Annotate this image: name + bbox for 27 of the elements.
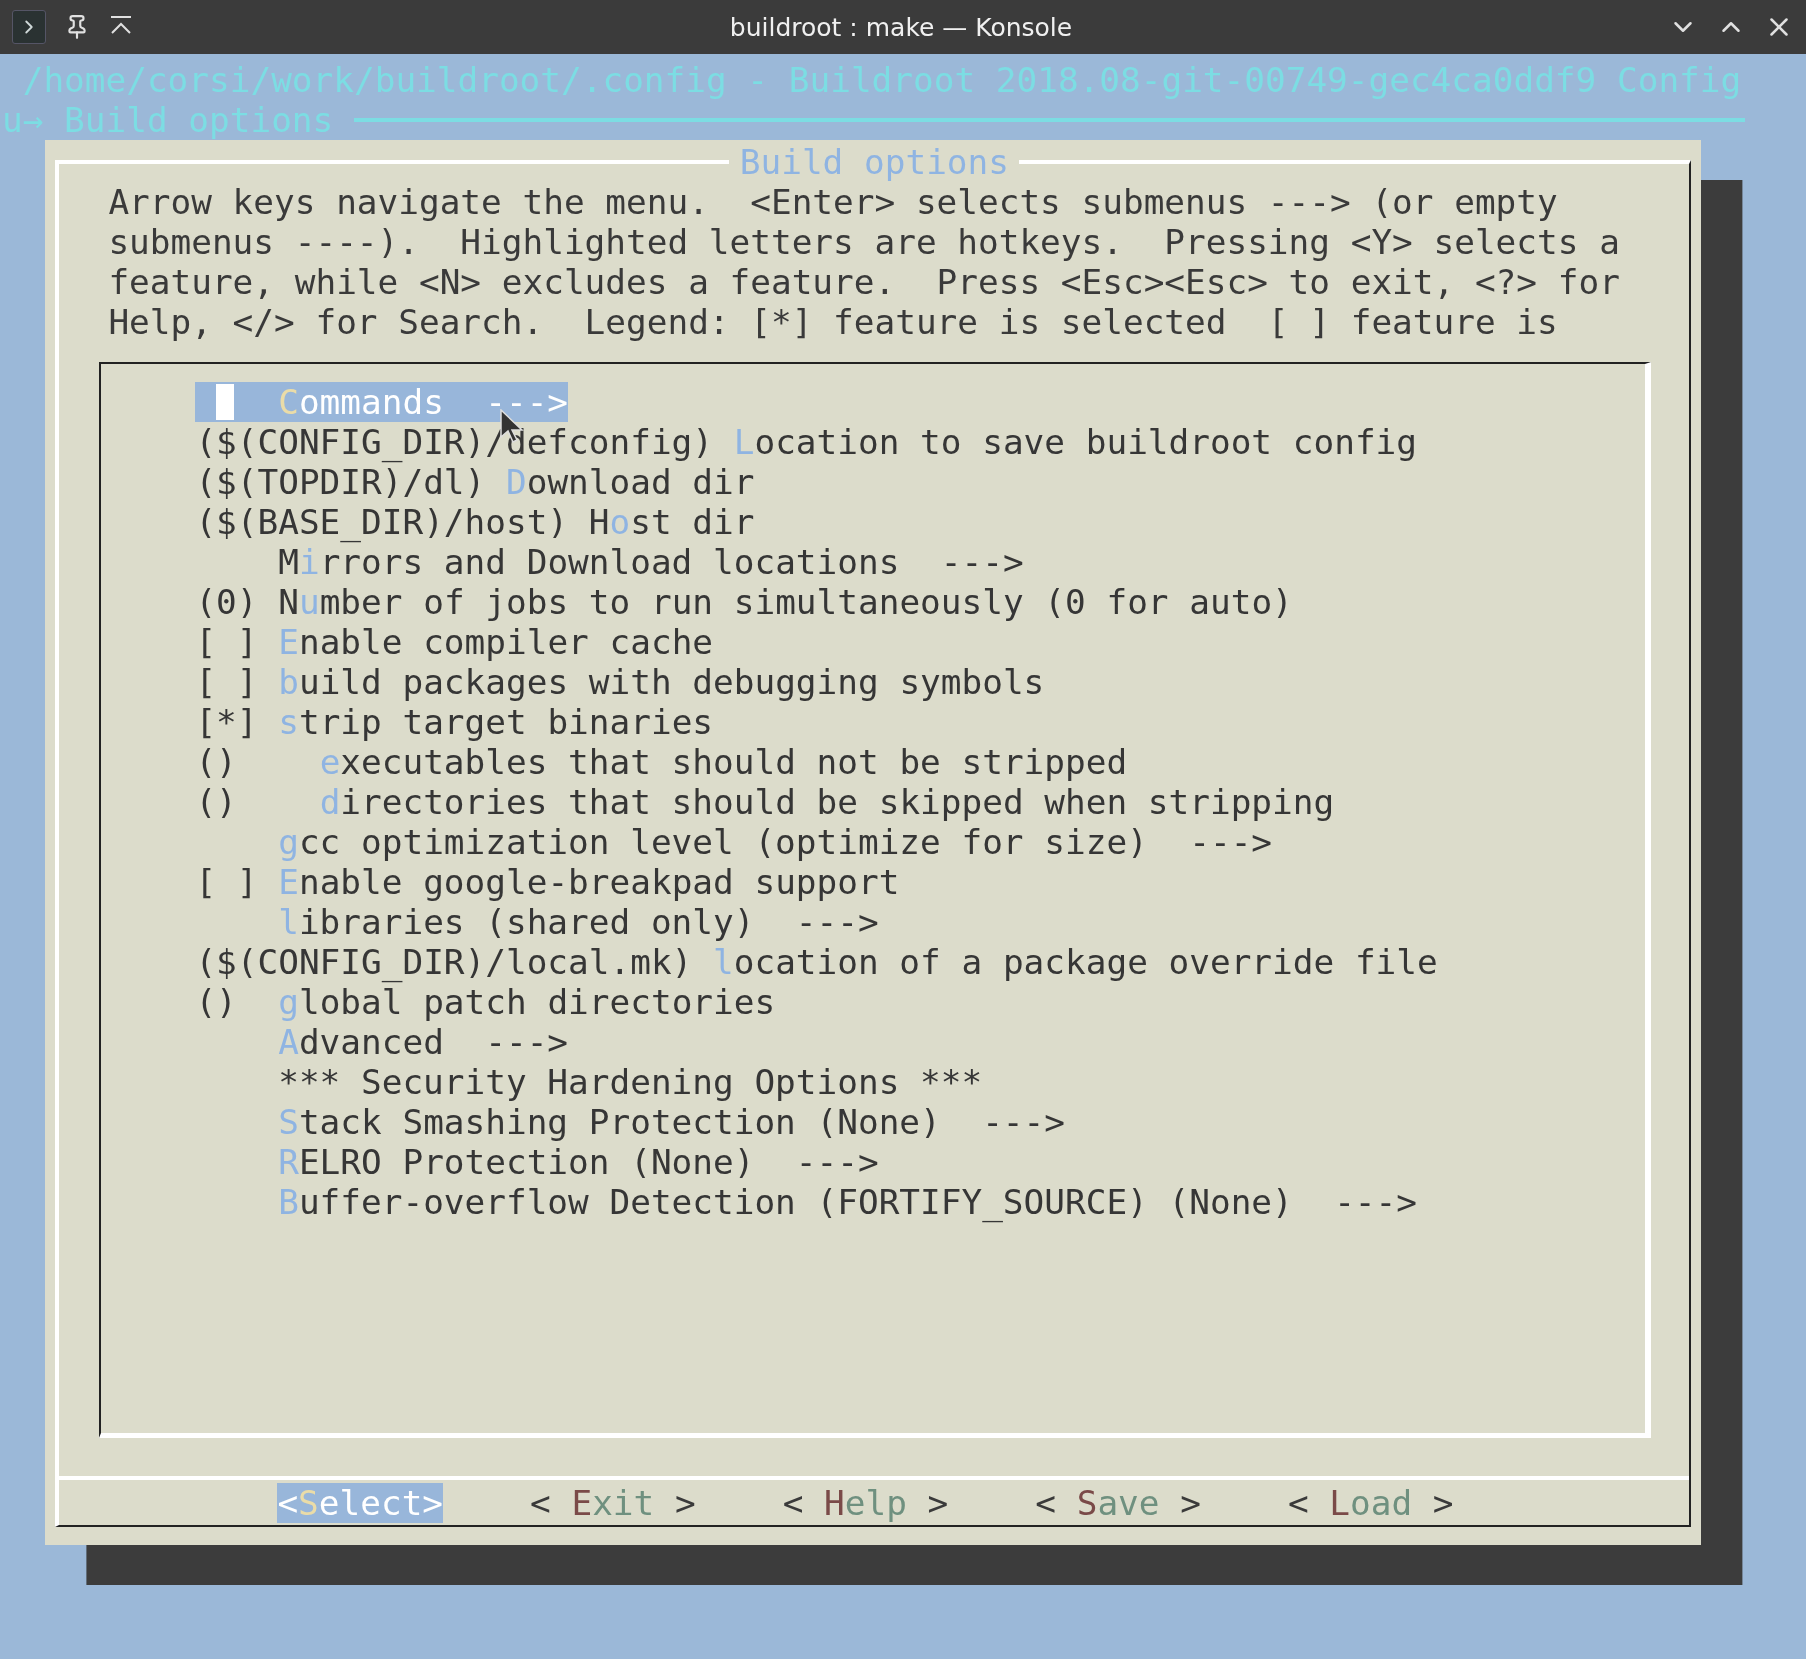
dialog-button[interactable]: < Save > — [1035, 1483, 1201, 1523]
menu-item[interactable]: *** Security Hardening Options *** — [195, 1062, 983, 1102]
menu-item[interactable]: ($(BASE_DIR)/host) Host dir — [195, 502, 755, 542]
menu-item[interactable]: [*] strip target binaries — [195, 702, 714, 742]
terminal-app-icon[interactable] — [12, 10, 46, 44]
menu-item[interactable]: () directories that should be skipped when stripping — [195, 782, 1335, 822]
dialog-button[interactable]: < Load > — [1287, 1483, 1454, 1523]
menu-item[interactable]: ($(CONFIG_DIR)/defconfig) Location to save buildroot config — [195, 422, 1417, 462]
menu-item[interactable]: Stack Smashing Protection (None) ---> — [195, 1102, 1065, 1142]
window-title: buildroot : make — Konsole — [728, 12, 1074, 42]
dialog-button[interactable]: < Exit > — [530, 1483, 696, 1523]
menu-item[interactable]: ($(CONFIG_DIR)/local.mk) location of a package override file — [195, 942, 1438, 982]
menu-item[interactable]: libraries (shared only) ---> — [195, 902, 879, 942]
dialog-button[interactable]: < Help > — [782, 1483, 949, 1523]
menu-item[interactable]: () executables that should not be stripped — [195, 742, 1128, 782]
menu-item[interactable]: (0) Number of jobs to run simultaneously (0 for auto) — [195, 582, 1293, 622]
menu-item[interactable]: Advanced ---> — [195, 1022, 569, 1062]
menu-item[interactable]: Mi rrors and Download locations ---> — [195, 542, 1024, 582]
menu-item[interactable]: [ ] Enable google-breakpad support — [195, 862, 900, 902]
menu-item[interactable]: [ ] build packages with debugging symbols — [195, 662, 1045, 702]
menu-item[interactable]: gcc optimization level (optimize for size) ---> — [195, 822, 1273, 862]
menu-item[interactable]: ($(TOPDIR)/dl) Download dir — [195, 462, 755, 502]
menu-item[interactable]: RELRO Protection (None) ---> — [195, 1142, 879, 1182]
menu-item[interactable]: () global patch directories — [195, 982, 776, 1022]
help-text: Arrow keys navigate the menu. <Enter> selects submenus ---> (or empty submenus ----). Highlighted letters are hotkeys. Pressing <Y> selects a feature, while <N> excludes a feature. Press <Esc><Esc> to exit, <?> for Help, </> for Search. Legend: [*] feature is selected [ ] feature is — [108, 182, 1621, 342]
menu-item[interactable]: [ ] Enable compiler cache — [195, 622, 714, 662]
menu-item[interactable]: Buffer-overflow Detection (FORTIFY_SOURCE) (None) ---> — [195, 1182, 1417, 1222]
